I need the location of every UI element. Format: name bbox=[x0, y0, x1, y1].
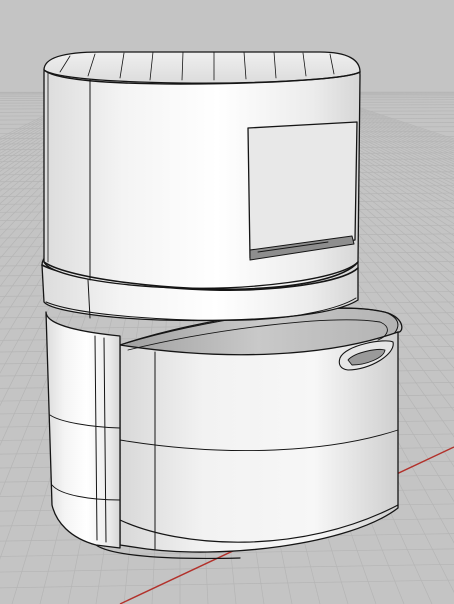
viewport-canvas[interactable] bbox=[0, 0, 454, 604]
front-window[interactable] bbox=[247, 121, 358, 261]
appliance-model[interactable] bbox=[41, 51, 403, 560]
3d-viewport[interactable] bbox=[0, 0, 454, 604]
top-cap bbox=[43, 51, 361, 85]
drawer[interactable] bbox=[117, 307, 403, 553]
